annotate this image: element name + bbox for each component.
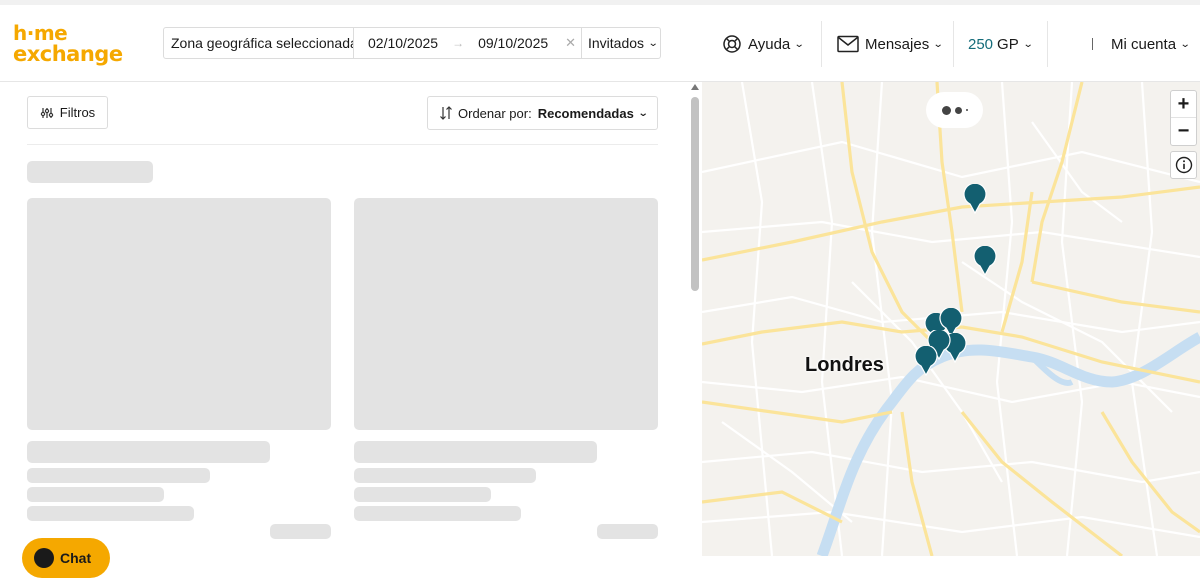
- gp-amount: 250: [968, 35, 994, 53]
- skeleton-results-count: [27, 161, 153, 183]
- clear-icon[interactable]: ✕: [565, 35, 576, 51]
- skeleton-card-image: [27, 198, 331, 430]
- help-label: Ayuda: [748, 35, 791, 53]
- dates-field[interactable]: 02/10/2025 → 09/10/2025 ✕: [354, 28, 582, 58]
- help-menu[interactable]: Ayuda ⌄: [722, 21, 822, 67]
- map-view[interactable]: + − Londres: [702, 82, 1200, 556]
- loader-dot: [941, 105, 951, 115]
- logo-line2: exchange: [13, 42, 123, 66]
- chevron-down-icon: ⌄: [932, 38, 944, 50]
- sort-icon: [440, 106, 452, 120]
- date-end: 09/10/2025: [478, 35, 549, 51]
- messages-label: Mensajes: [865, 35, 930, 53]
- lifebuoy-icon: [723, 35, 741, 53]
- mail-icon: [837, 35, 859, 53]
- skeleton-card-image: [354, 198, 658, 430]
- zoom-in-icon[interactable]: +: [1171, 91, 1196, 118]
- chevron-down-icon: ⌄: [647, 37, 659, 49]
- skeleton-card-title: [354, 441, 597, 463]
- skeleton-card-line: [354, 487, 491, 502]
- skeleton-card-line: [354, 506, 521, 521]
- zoom-controls: + −: [1170, 90, 1197, 146]
- map-city-label: Londres: [805, 354, 884, 376]
- sort-label: Ordenar por:: [458, 105, 532, 121]
- top-header: h·me exchange Zona geográfica selecciona…: [0, 5, 1200, 82]
- logo-line1: h·me: [13, 21, 68, 45]
- chat-button[interactable]: Chat: [22, 538, 110, 578]
- chevron-down-icon: ⌄: [794, 38, 805, 50]
- skeleton-card-price: [597, 524, 658, 539]
- loader-dot: [965, 109, 968, 111]
- list-divider: [27, 144, 658, 145]
- sort-value: Recomendadas: [537, 105, 634, 121]
- map-info-button[interactable]: [1170, 151, 1197, 179]
- search-bar: Zona geográfica seleccionada 02/10/2025 …: [163, 27, 661, 59]
- skeleton-card-line: [27, 487, 164, 502]
- map-loading-indicator: [926, 92, 983, 128]
- sort-dropdown[interactable]: Ordenar por: Recomendadas ⌄: [427, 96, 658, 130]
- zone-value: Zona geográfica seleccionada: [171, 35, 354, 51]
- map-pin-icon[interactable]: [914, 346, 938, 376]
- filters-button[interactable]: Filtros: [27, 96, 108, 129]
- scrollbar-thumb[interactable]: [691, 97, 699, 291]
- zone-field[interactable]: Zona geográfica seleccionada: [164, 28, 354, 58]
- chevron-down-icon: ⌄: [1179, 38, 1191, 50]
- skeleton-card-title: [27, 441, 270, 463]
- guests-label: Invitados: [588, 35, 645, 51]
- skeleton-card-price: [270, 524, 331, 539]
- chevron-down-icon: ⌄: [1022, 38, 1034, 50]
- guestpoints-menu[interactable]: 250 GP ⌄: [968, 21, 1048, 67]
- gp-unit: GP: [997, 35, 1019, 53]
- skeleton-card-line: [27, 506, 194, 521]
- arrow-right-icon: →: [452, 36, 465, 50]
- scroll-up-arrow-icon[interactable]: [691, 84, 699, 90]
- chat-label: Chat: [60, 550, 92, 566]
- account-menu[interactable]: Mi cuenta ⌄: [1092, 21, 1200, 67]
- loader-dot: [954, 106, 962, 114]
- avatar: [1092, 38, 1093, 50]
- account-label: Mi cuenta: [1111, 35, 1177, 53]
- messages-menu[interactable]: Mensajes ⌄: [837, 21, 954, 67]
- info-icon: [1175, 156, 1192, 174]
- date-start: 02/10/2025: [368, 35, 439, 51]
- filter-sliders-icon: [40, 107, 53, 118]
- skeleton-card-line: [27, 468, 210, 483]
- chevron-down-icon: ⌄: [637, 107, 649, 119]
- skeleton-card-line: [354, 468, 536, 483]
- zoom-out-icon[interactable]: −: [1171, 118, 1196, 145]
- homeexchange-logo[interactable]: h·me exchange: [13, 23, 153, 67]
- map-pin-icon[interactable]: [963, 184, 987, 214]
- guests-field[interactable]: Invitados ⌄: [582, 28, 660, 58]
- filters-label: Filtros: [59, 105, 96, 120]
- map-pin-icon[interactable]: [973, 246, 997, 276]
- chat-icon: [34, 548, 54, 568]
